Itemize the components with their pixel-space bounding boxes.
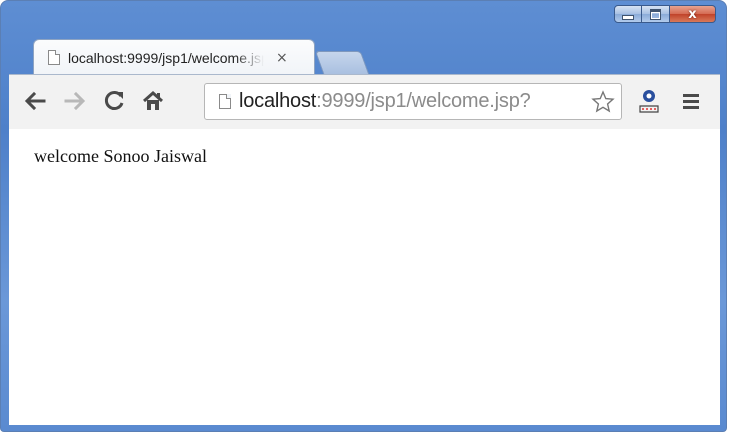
tab-close-icon[interactable]: ×	[276, 50, 288, 66]
menu-icon	[683, 94, 699, 109]
minimize-icon	[622, 14, 634, 20]
tab-active[interactable]: localhost:9999/jsp1/welcome.jsp ×	[33, 39, 315, 75]
star-icon[interactable]	[591, 90, 615, 114]
url-text: localhost:9999/jsp1/welcome.jsp?	[239, 90, 531, 113]
menu-button[interactable]	[677, 87, 705, 115]
page-content: welcome Sonoo Jaiswal	[9, 129, 720, 425]
maximize-icon	[650, 8, 661, 20]
address-bar[interactable]: localhost:9999/jsp1/welcome.jsp?	[204, 83, 622, 120]
page-icon	[219, 94, 231, 109]
page-icon	[48, 50, 60, 65]
home-icon	[143, 90, 163, 110]
home-button[interactable]	[139, 87, 167, 115]
extension-button[interactable]	[635, 87, 663, 115]
back-button[interactable]	[21, 87, 49, 115]
close-window-button[interactable]: x	[670, 5, 716, 23]
toolbar: localhost:9999/jsp1/welcome.jsp?	[9, 74, 720, 130]
extension-icon	[639, 90, 659, 113]
url-path: :9999/jsp1/welcome.jsp?	[316, 90, 531, 112]
minimize-button[interactable]	[614, 5, 642, 23]
back-arrow-icon	[24, 91, 46, 111]
browser-window: x localhost:9999/jsp1/welcome.jsp × loca…	[0, 0, 727, 432]
reload-button[interactable]	[101, 87, 129, 115]
tab-title: localhost:9999/jsp1/welcome.jsp	[68, 49, 264, 66]
forward-arrow-icon	[64, 91, 86, 111]
welcome-message: welcome Sonoo Jaiswal	[34, 146, 207, 166]
forward-button[interactable]	[61, 87, 89, 115]
maximize-button[interactable]	[642, 5, 670, 23]
close-icon: x	[688, 6, 697, 22]
new-tab-button[interactable]	[314, 51, 370, 74]
reload-icon	[104, 91, 124, 110]
url-host: localhost	[239, 90, 317, 112]
window-controls: x	[614, 5, 716, 25]
